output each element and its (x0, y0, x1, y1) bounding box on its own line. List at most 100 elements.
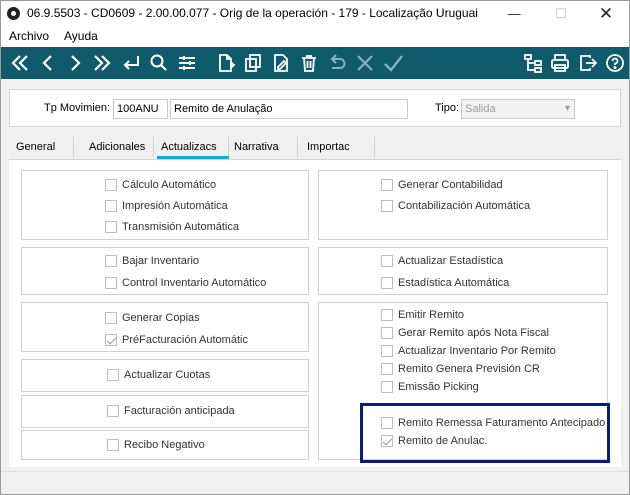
maximize-button[interactable]: ☐ (538, 1, 584, 27)
highlight-box (360, 403, 610, 463)
remito-genera-prevision-checkbox[interactable]: Remito Genera Previsión CR (381, 361, 540, 377)
print-icon[interactable] (547, 50, 573, 76)
last-record-icon[interactable] (89, 50, 115, 76)
actualizar-inventario-remito-checkbox[interactable]: Actualizar Inventario Por Remito (381, 343, 556, 359)
menu-bar: Archivo Ayuda (1, 27, 629, 47)
emitir-remito-checkbox[interactable]: Emitir Remito (381, 307, 464, 323)
checkbox-label: Actualizar Estadística (398, 255, 504, 267)
checkbox-box (381, 255, 393, 267)
tab-divider (73, 137, 74, 157)
tab-divider (297, 137, 298, 157)
checkbox-label: Emissão Picking (398, 381, 479, 393)
checkbox-box (381, 363, 393, 375)
app-logo-icon (7, 7, 20, 20)
checkbox-box (381, 309, 393, 321)
control-inventario-checkbox[interactable]: Control Inventario Automático (105, 275, 266, 291)
estadistica-automatica-checkbox[interactable]: Estadística Automática (381, 275, 509, 291)
tp-code-field[interactable]: 100ANU (113, 99, 168, 119)
confirm-icon[interactable] (380, 50, 406, 76)
status-bar (1, 471, 629, 494)
close-button[interactable]: ✕ (583, 1, 629, 27)
checkbox-label: Emitir Remito (398, 309, 465, 321)
checkbox-label: Cálculo Automático (122, 179, 217, 191)
first-record-icon[interactable] (7, 50, 33, 76)
edit-icon[interactable] (268, 50, 294, 76)
checkbox-label: Remito Genera Previsión CR (398, 363, 540, 375)
tab-divider (374, 137, 375, 157)
chevron-down-icon: ▾ (564, 103, 570, 114)
menu-archivo[interactable]: Archivo (9, 29, 49, 43)
search-icon[interactable] (146, 50, 172, 76)
bajar-inventario-checkbox[interactable]: Bajar Inventario (105, 253, 199, 269)
actualizar-estadistica-checkbox[interactable]: Actualizar Estadística (381, 253, 503, 269)
prev-record-icon[interactable] (35, 50, 61, 76)
checkbox-box (381, 327, 393, 339)
tab-bar: General Adicionales Actualizacs Narrativ… (9, 135, 621, 159)
exit-icon[interactable] (575, 50, 601, 76)
title-bar: 06.9.5503 - CD0609 - 2.00.00.077 - Orig … (1, 1, 629, 27)
checkbox-label: Actualizar Inventario Por Remito (398, 345, 556, 357)
tab-general[interactable]: General (16, 141, 55, 153)
checkbox-box (105, 179, 117, 191)
delete-icon[interactable] (296, 50, 322, 76)
tipo-select-value: Salida (465, 103, 496, 115)
tab-importac[interactable]: Importac (307, 141, 350, 153)
tab-divider (153, 137, 154, 157)
checkbox-label: Facturación anticipada (124, 405, 235, 417)
checkbox-label: Actualizar Cuotas (124, 369, 211, 381)
tree-structure-icon[interactable] (520, 50, 546, 76)
calculo-automatico-checkbox[interactable]: Cálculo Automático (105, 177, 216, 193)
prefacturacion-checkbox[interactable]: PréFacturación Automátic (105, 332, 248, 348)
app-window: 06.9.5503 - CD0609 - 2.00.00.077 - Orig … (0, 0, 630, 495)
actualizar-cuotas-checkbox[interactable]: Actualizar Cuotas (107, 367, 210, 383)
checkbox-box (381, 277, 393, 289)
transmision-automatica-checkbox[interactable]: Transmisión Automática (105, 219, 239, 235)
new-document-icon[interactable] (213, 50, 239, 76)
emissao-picking-checkbox[interactable]: Emissão Picking (381, 379, 479, 395)
checkbox-label: Contabilización Automática (398, 200, 531, 212)
checkbox-box (107, 369, 119, 381)
checkbox-box (107, 405, 119, 417)
checkbox-label: Bajar Inventario (122, 255, 200, 267)
tab-narrativa[interactable]: Narrativa (234, 141, 279, 153)
checkbox-label: Recibo Negativo (124, 439, 205, 451)
checkbox-box (107, 439, 119, 451)
tab-actualizacs[interactable]: Actualizacs (161, 141, 217, 153)
recibo-negativo-checkbox[interactable]: Recibo Negativo (107, 437, 205, 453)
checkbox-box (105, 221, 117, 233)
enter-icon[interactable] (118, 50, 144, 76)
checkbox-box (381, 345, 393, 357)
gerar-remito-checkbox[interactable]: Gerar Remito após Nota Fiscal (381, 325, 549, 341)
tipo-select[interactable]: Salida ▾ (461, 99, 575, 119)
generar-copias-checkbox[interactable]: Generar Copias (105, 310, 200, 326)
copy-icon[interactable] (240, 50, 266, 76)
facturacion-anticipada-checkbox[interactable]: Facturación anticipada (107, 403, 235, 419)
undo-icon[interactable] (324, 50, 350, 76)
window-title: 06.9.5503 - CD0609 - 2.00.00.077 - Orig … (27, 6, 478, 20)
minimize-button[interactable]: — (491, 1, 537, 27)
tab-divider (228, 137, 229, 157)
tipo-label: Tipo: (435, 102, 460, 114)
next-record-icon[interactable] (62, 50, 88, 76)
toolbar (1, 47, 629, 79)
checkbox-box (105, 277, 117, 289)
header-panel: Tp Movimien: 100ANU Remito de Anulação T… (9, 89, 621, 127)
checkbox-label: Generar Copias (122, 312, 200, 324)
checkbox-label: Transmisión Automática (122, 221, 239, 233)
impresion-automatica-checkbox[interactable]: Impresión Automática (105, 198, 228, 214)
filter-icon[interactable] (174, 50, 200, 76)
menu-ayuda[interactable]: Ayuda (64, 29, 98, 43)
checkbox-box (381, 179, 393, 191)
help-icon[interactable] (602, 50, 628, 76)
tp-description-field[interactable]: Remito de Anulação (170, 99, 408, 119)
checkbox-label: Estadística Automática (398, 277, 510, 289)
checkbox-box (105, 200, 117, 212)
checkbox-label: Impresión Automática (122, 200, 228, 212)
contabilizacion-automatica-checkbox[interactable]: Contabilización Automática (381, 198, 530, 214)
generar-contabilidad-checkbox[interactable]: Generar Contabilidad (381, 177, 503, 193)
checkbox-label: Gerar Remito após Nota Fiscal (398, 327, 549, 339)
cancel-icon[interactable] (352, 50, 378, 76)
checkbox-box (381, 381, 393, 393)
tab-adicionales[interactable]: Adicionales (89, 141, 145, 153)
checkbox-box (105, 312, 117, 324)
